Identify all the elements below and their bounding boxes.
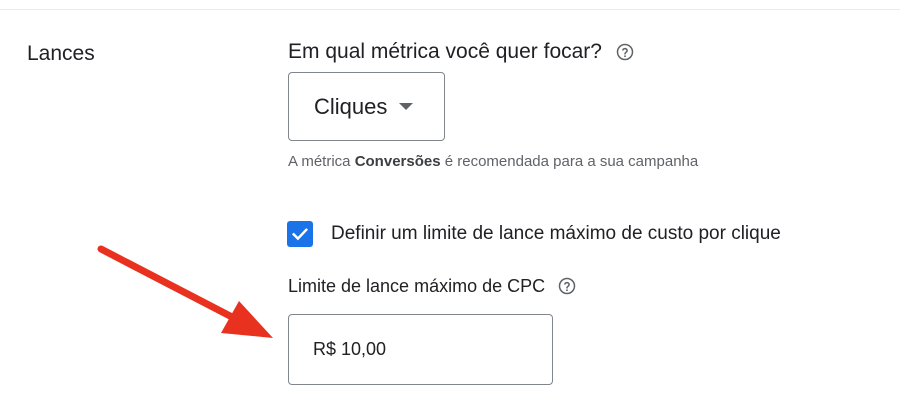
bid-limit-checkbox[interactable]: [287, 221, 313, 247]
metric-question-row: Em qual métrica você quer focar?: [288, 38, 634, 66]
check-icon: [291, 228, 309, 241]
chevron-down-icon: [399, 102, 414, 111]
cpc-limit-input[interactable]: [288, 314, 553, 385]
help-circle-icon: [558, 277, 576, 295]
help-icon[interactable]: [616, 43, 634, 61]
cpc-help-icon[interactable]: [558, 277, 576, 295]
bid-limit-checkbox-label[interactable]: Definir um limite de lance máximo de cus…: [331, 221, 781, 247]
bid-limit-checkbox-row[interactable]: Definir um limite de lance máximo de cus…: [287, 221, 781, 247]
metric-dropdown[interactable]: Cliques: [288, 72, 445, 141]
hint-suffix: é recomendada para a sua campanha: [440, 153, 699, 170]
section-label-lances: Lances: [27, 42, 95, 65]
top-divider: [0, 9, 900, 10]
help-circle-icon: [616, 43, 634, 61]
cpc-limit-label: Limite de lance máximo de CPC: [288, 276, 546, 296]
metric-recommendation-hint: A métrica Conversões é recomendada para …: [288, 152, 698, 172]
metric-question: Em qual métrica você quer focar?: [288, 40, 602, 63]
cpc-label-row: Limite de lance máximo de CPC: [288, 273, 576, 299]
metric-dropdown-value: Cliques: [314, 93, 388, 119]
hint-prefix: A métrica: [288, 153, 355, 170]
hint-recommended-metric: Conversões: [354, 153, 441, 170]
